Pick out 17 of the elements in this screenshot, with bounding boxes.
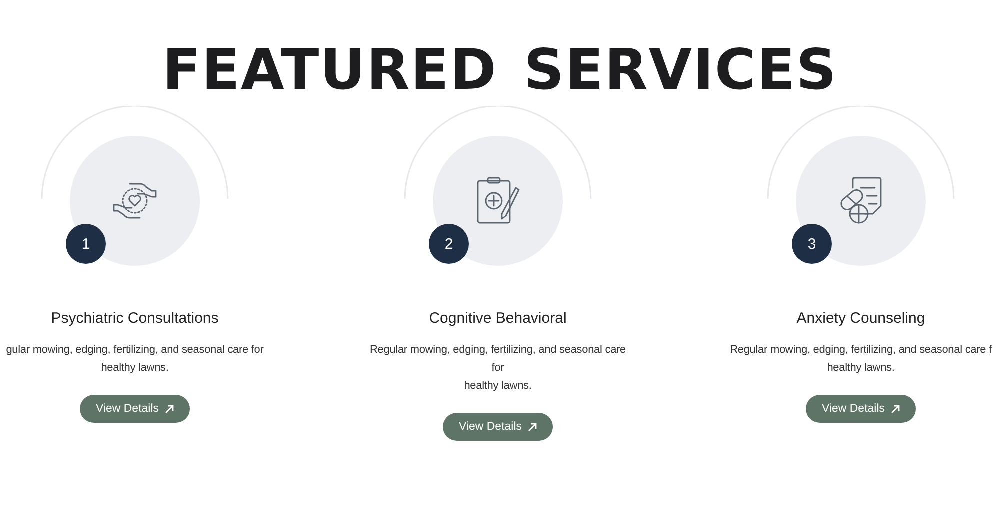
step-number-badge: 2 [429, 224, 469, 264]
section-heading: FEATURED SERVICES [161, 38, 839, 104]
view-details-button[interactable]: View Details [442, 413, 554, 441]
service-title: Psychiatric Consultations [51, 310, 219, 327]
service-description: Regular mowing, edging, fertilizing, and seasonal care f healthy lawns. [730, 343, 992, 376]
service-description: gular mowing, edging, fertilizing, and seasonal care for healthy lawns. [6, 343, 264, 376]
clipboard-plus-icon [476, 176, 520, 226]
step-number-badge: 1 [66, 224, 106, 264]
arrow-up-right-icon [528, 422, 538, 432]
arrow-up-right-icon [891, 404, 900, 414]
service-title: Anxiety Counseling [796, 310, 926, 327]
view-details-button[interactable]: View Details [806, 395, 916, 423]
step-number-badge: 3 [792, 224, 832, 264]
service-title: Cognitive Behavioral [429, 310, 567, 327]
view-details-button[interactable]: View Details [80, 395, 190, 423]
service-description: Regular mowing, edging, fertilizing, and seasonal care for healthy lawns. [368, 343, 628, 394]
arrow-up-right-icon [165, 404, 174, 414]
